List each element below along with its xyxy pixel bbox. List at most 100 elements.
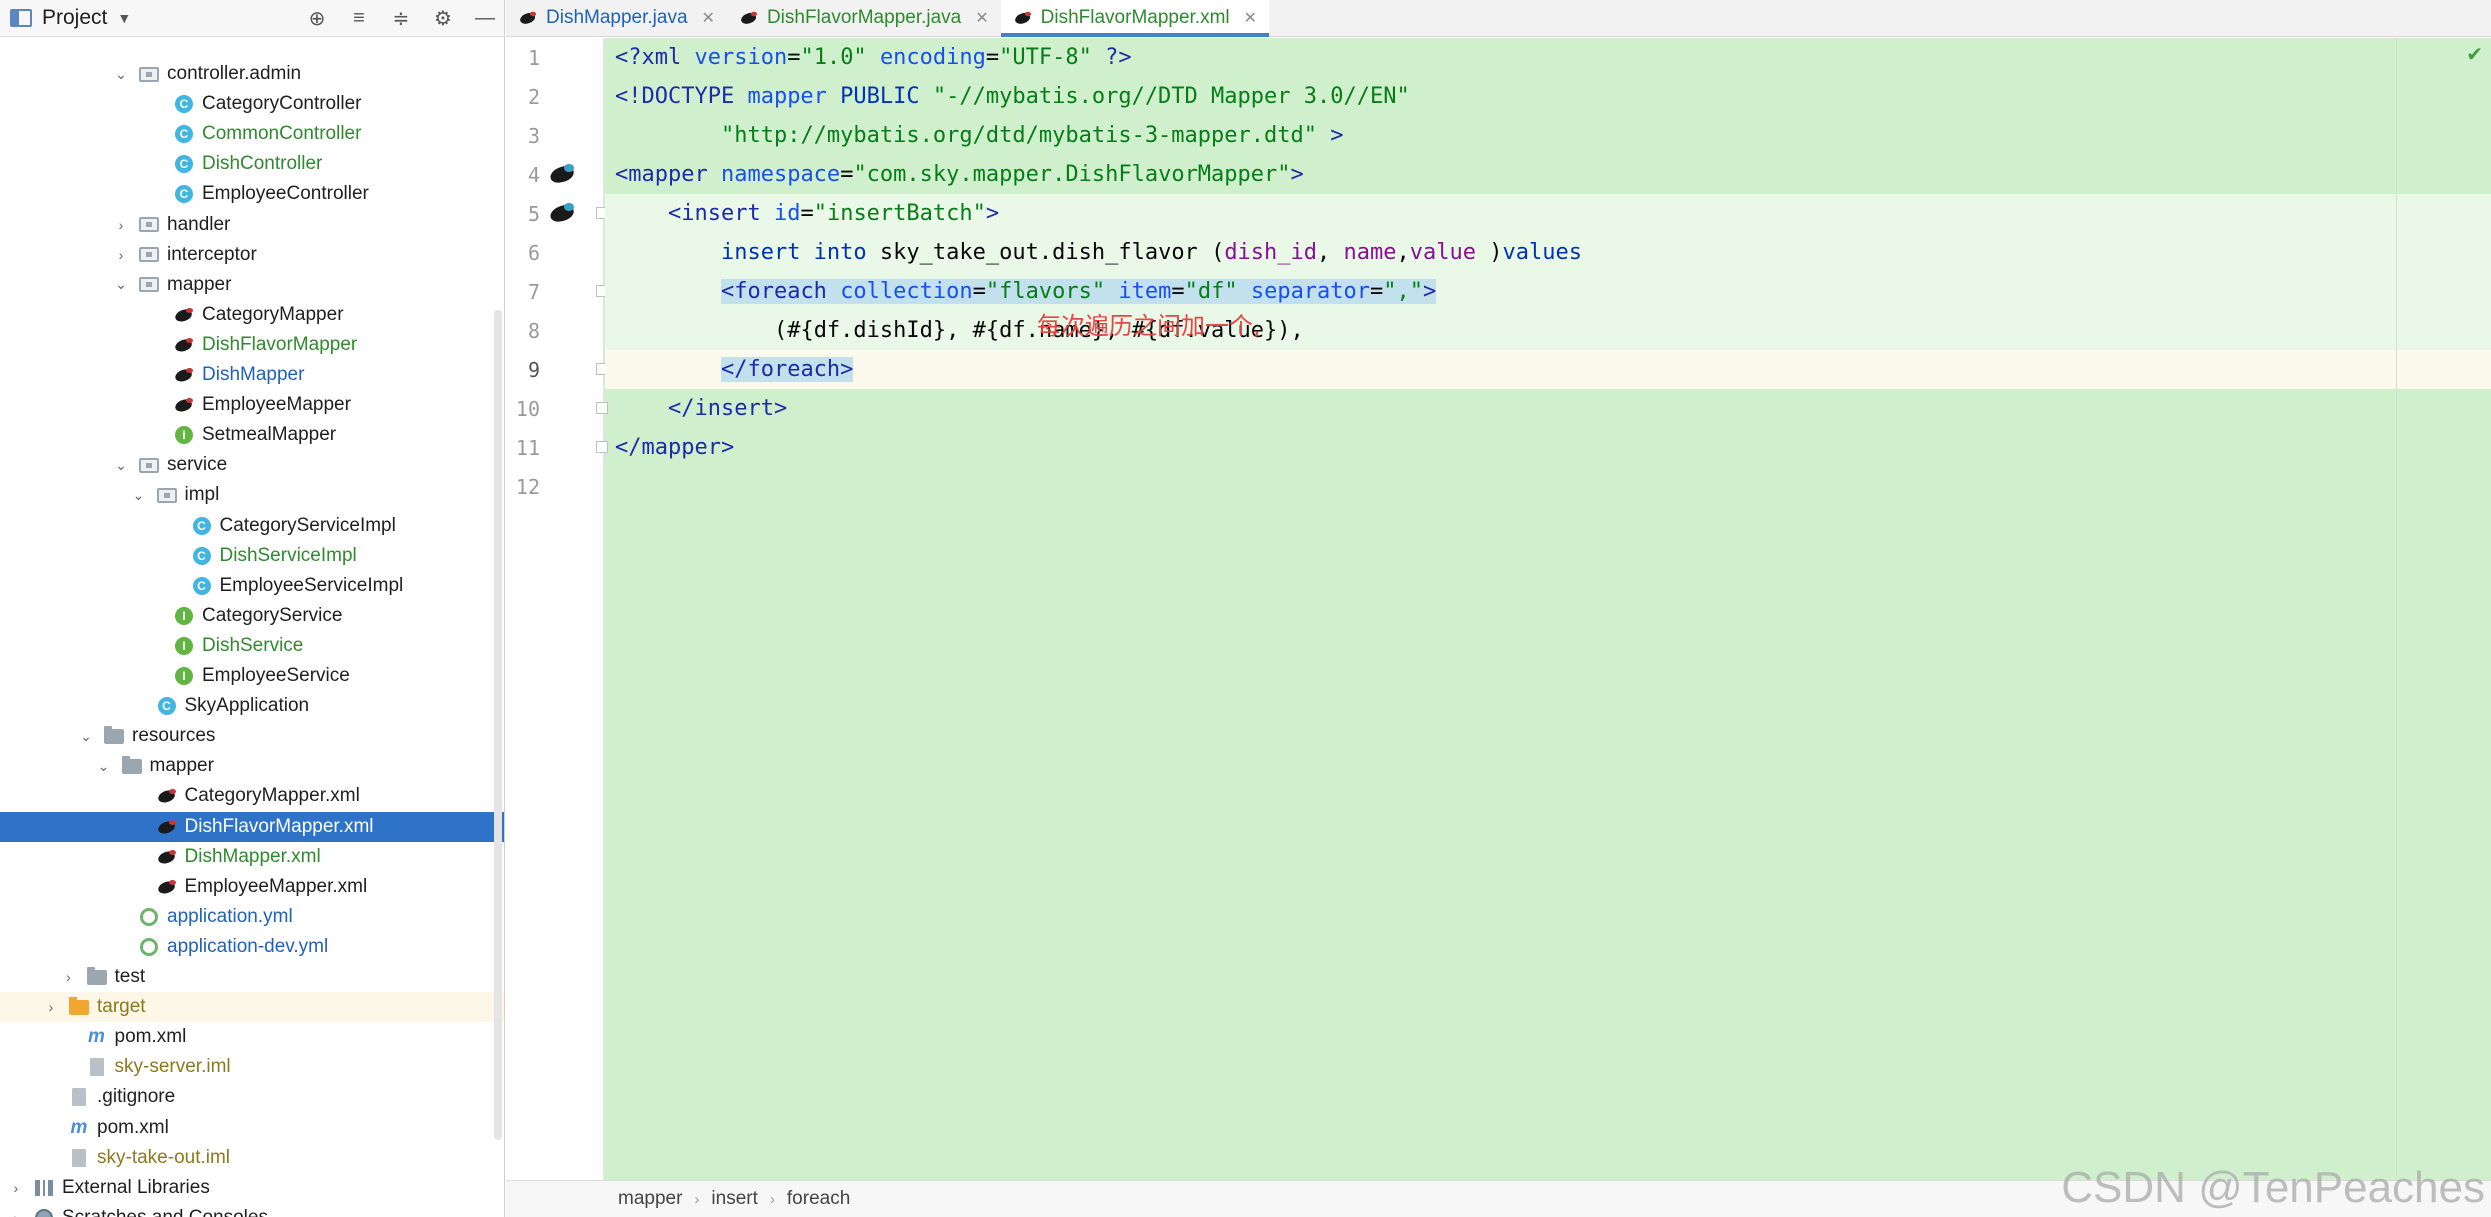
code-token: = xyxy=(1370,279,1384,304)
mybatis-navigate-icon[interactable] xyxy=(548,202,578,224)
tree-item[interactable]: I CategoryService xyxy=(0,601,504,631)
mybatis-icon xyxy=(174,395,194,415)
tree-item[interactable]: CategoryMapper xyxy=(0,300,504,330)
chevron-right-icon[interactable]: › xyxy=(113,217,129,233)
tree-item-label: CategoryService xyxy=(202,604,343,626)
tree-item-label: mapper xyxy=(167,273,232,295)
tree-item[interactable]: › Scratches and Consoles xyxy=(0,1203,504,1217)
tree-item[interactable]: C CategoryController xyxy=(0,89,504,119)
line-number: 10 xyxy=(515,397,540,421)
chevron-down-icon[interactable]: ⌄ xyxy=(113,276,129,293)
tree-item[interactable]: C EmployeeController xyxy=(0,179,504,209)
chevron-right-icon[interactable]: › xyxy=(8,1180,24,1196)
code-line[interactable]: <!DOCTYPE mapper PUBLIC "-//mybatis.org/… xyxy=(615,77,1410,116)
editor-tab[interactable]: DishMapper.java ✕ xyxy=(506,0,727,36)
tree-item[interactable]: ⌄ mapper xyxy=(0,270,504,300)
package-icon xyxy=(139,275,159,295)
tree-item[interactable]: › test xyxy=(0,962,504,992)
chevron-right-icon[interactable]: › xyxy=(61,969,77,985)
tree-item[interactable]: › target xyxy=(0,992,504,1023)
code-token: <!DOCTYPE xyxy=(615,84,748,109)
tree-item[interactable]: sky-take-out.iml xyxy=(0,1143,504,1173)
tree-item[interactable]: application-dev.yml xyxy=(0,932,504,962)
chevron-right-icon[interactable]: › xyxy=(113,247,129,263)
tree-item[interactable]: I EmployeeService xyxy=(0,661,504,691)
chevron-down-icon[interactable]: ▼ xyxy=(117,10,131,26)
editor-tab[interactable]: DishFlavorMapper.java ✕ xyxy=(727,0,1001,36)
code-token: = xyxy=(840,162,854,187)
tree-item[interactable]: DishMapper xyxy=(0,360,504,390)
tree-item[interactable]: .gitignore xyxy=(0,1082,504,1112)
code-line[interactable]: <insert id="insertBatch"> xyxy=(615,194,999,233)
breadcrumb-item[interactable]: insert xyxy=(711,1188,757,1210)
collapse-all-icon[interactable]: ≑ xyxy=(390,8,412,30)
tree-item[interactable]: EmployeeMapper.xml xyxy=(0,872,504,902)
tree-item[interactable]: C CategoryServiceImpl xyxy=(0,511,504,541)
tree-item[interactable]: › interceptor xyxy=(0,240,504,270)
chevron-right-icon[interactable]: › xyxy=(43,999,59,1015)
hide-icon[interactable]: — xyxy=(474,7,496,30)
code-line[interactable]: </mapper> xyxy=(615,428,734,467)
tree-item[interactable]: DishFlavorMapper.xml xyxy=(0,811,504,842)
tree-item[interactable]: DishFlavorMapper xyxy=(0,330,504,360)
tree-item[interactable]: ⌄ service xyxy=(0,450,504,480)
project-scrollbar[interactable] xyxy=(494,310,502,1140)
code-editor[interactable]: 1 2 3 4 5 6 7 8 9 10 11 12 <?xml version="1.0" enco… xyxy=(506,38,2491,1180)
tree-item[interactable]: I SetmealMapper xyxy=(0,420,504,450)
tree-item[interactable]: ⌄ mapper xyxy=(0,751,504,781)
tree-item[interactable]: I DishService xyxy=(0,631,504,661)
gear-icon[interactable]: ⚙ xyxy=(432,8,454,30)
tree-item[interactable]: C SkyApplication xyxy=(0,691,504,721)
class-icon: C xyxy=(192,546,212,566)
close-icon[interactable]: ✕ xyxy=(702,8,715,28)
tree-item[interactable]: application.yml xyxy=(0,902,504,932)
line-number: 5 xyxy=(527,202,540,226)
tree-item[interactable]: ⌄ controller.admin xyxy=(0,59,504,89)
tree-item[interactable]: C DishServiceImpl xyxy=(0,541,504,571)
editor-tab[interactable]: DishFlavorMapper.xml ✕ xyxy=(1000,0,1270,37)
chevron-down-icon[interactable]: ⌄ xyxy=(131,487,147,504)
mybatis-icon xyxy=(174,365,194,385)
tree-item[interactable]: m pom.xml xyxy=(0,1022,504,1052)
globe-icon[interactable]: ⊕ xyxy=(306,8,328,30)
tree-item[interactable]: C DishController xyxy=(0,149,504,179)
expand-all-icon[interactable]: ≡ xyxy=(348,7,370,30)
tree-item[interactable]: ⌄ resources xyxy=(0,721,504,751)
chevron-right-icon[interactable]: › xyxy=(8,1210,24,1217)
tree-item[interactable]: sky-server.iml xyxy=(0,1052,504,1082)
project-tool-window: Project ▼ ⊕ ≡ ≑ ⚙ — ⌄ controller.admin C Ca… xyxy=(0,0,505,1217)
check-icon[interactable]: ✔ xyxy=(2466,42,2483,67)
tree-item[interactable]: EmployeeMapper xyxy=(0,390,504,420)
chevron-down-icon[interactable]: ⌄ xyxy=(113,457,129,474)
tree-item[interactable]: DishMapper.xml xyxy=(0,842,504,872)
code-line[interactable]: </insert> xyxy=(615,389,787,428)
project-view-selector[interactable]: Project xyxy=(42,6,107,30)
close-icon[interactable]: ✕ xyxy=(1244,8,1257,28)
tree-item[interactable]: C EmployeeServiceImpl xyxy=(0,571,504,601)
line-number: 9 xyxy=(527,358,540,382)
code-line[interactable]: <foreach collection="flavors" item="df" … xyxy=(615,272,1437,311)
breadcrumb-item[interactable]: foreach xyxy=(787,1188,850,1210)
code-lines[interactable]: <?xml version="1.0" encoding="UTF-8" ?> <… xyxy=(605,38,2491,1180)
tree-item[interactable]: C CommonController xyxy=(0,119,504,149)
chevron-down-icon[interactable]: ⌄ xyxy=(96,758,112,775)
mybatis-navigate-icon[interactable] xyxy=(548,163,578,185)
tree-item[interactable]: › handler xyxy=(0,210,504,240)
code-line[interactable]: insert into sky_take_out.dish_flavor (di… xyxy=(615,233,1582,272)
code-line[interactable]: "http://mybatis.org/dtd/mybatis-3-mapper… xyxy=(615,116,1344,155)
tree-item[interactable]: CategoryMapper.xml xyxy=(0,781,504,811)
code-line[interactable]: <mapper namespace="com.sky.mapper.DishFl… xyxy=(615,155,1304,194)
code-line[interactable]: </foreach> xyxy=(615,350,854,389)
mybatis-icon xyxy=(157,817,177,837)
breadcrumb-item[interactable]: mapper xyxy=(618,1188,682,1210)
tree-item[interactable]: › External Libraries xyxy=(0,1173,504,1203)
chevron-down-icon[interactable]: ⌄ xyxy=(113,66,129,83)
tree-item[interactable]: m pom.xml xyxy=(0,1113,504,1143)
close-icon[interactable]: ✕ xyxy=(975,8,988,28)
code-line[interactable]: <?xml version="1.0" encoding="UTF-8" ?> xyxy=(615,38,1132,77)
tree-item[interactable]: ⌄ impl xyxy=(0,480,504,510)
chevron-down-icon[interactable]: ⌄ xyxy=(78,728,94,745)
mybatis-icon xyxy=(519,11,537,25)
